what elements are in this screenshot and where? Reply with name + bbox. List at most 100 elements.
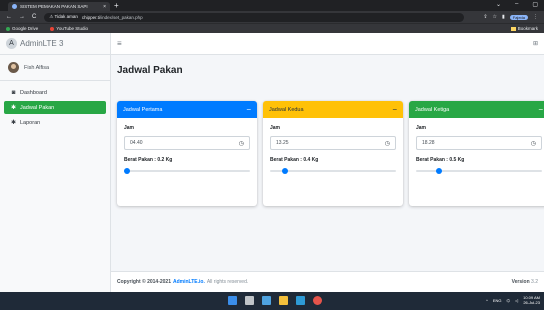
bookmark-label: Google Drive: [12, 26, 39, 31]
version-info: Version 3.2: [512, 279, 538, 285]
chrome-icon[interactable]: [313, 296, 322, 305]
slider-track[interactable]: [124, 170, 250, 172]
clock-icon[interactable]: ◷: [531, 140, 536, 147]
bookmark-folder[interactable]: Bookmark: [510, 26, 538, 31]
top-navbar: ≡ ⊞: [111, 33, 544, 55]
hamburger-menu-icon[interactable]: ≡: [117, 39, 122, 48]
sidebar-item-jadwal-pakan[interactable]: ✱ Jadwal Pakan: [4, 101, 106, 114]
slider-track[interactable]: [270, 170, 396, 172]
clock-date: 26-Jul-23: [523, 300, 540, 305]
tab-search-icon[interactable]: ⌄: [496, 1, 501, 8]
sidebar-item-laporan[interactable]: ✱ Laporan: [4, 116, 106, 129]
time-input[interactable]: 13.25 ◷: [270, 136, 396, 150]
user-name[interactable]: Fish Alfisa: [24, 65, 49, 71]
clock-icon[interactable]: ◷: [239, 140, 244, 147]
time-input[interactable]: 18.28 ◷: [416, 136, 542, 150]
star-icon[interactable]: ☆: [493, 14, 497, 20]
google-drive-icon: [6, 26, 10, 31]
berat-pakan-label: Berat Pakan : 0.5 Kg: [416, 157, 465, 163]
sidebar-item-dashboard[interactable]: ◙ Dashboard: [4, 86, 106, 99]
card-title: Jadwal Pertama: [123, 106, 163, 113]
card-title: Jadwal Kedua: [269, 106, 304, 113]
avatar: [8, 62, 19, 73]
card-header: Jadwal Ketiga −: [409, 101, 544, 118]
sidebar-menu: ◙ Dashboard ✱ Jadwal Pakan ✱ Laporan: [0, 81, 110, 136]
cog-icon: ✱: [10, 120, 17, 126]
page-title: Jadwal Pakan: [117, 65, 183, 76]
card-title: Jadwal Ketiga: [415, 106, 450, 113]
sidebar-item-label: Dashboard: [20, 89, 47, 96]
bookmark-youtube-studio[interactable]: YouTube Studio: [50, 26, 88, 31]
volume-icon[interactable]: ◁: [515, 298, 518, 303]
bookmarks-bar: Google Drive YouTube Studio Bookmark: [0, 23, 544, 33]
brand-link[interactable]: A AdminLTE 3: [0, 33, 110, 55]
sidepanel-icon[interactable]: ▮: [502, 14, 505, 20]
slider-thumb[interactable]: [123, 168, 130, 174]
bookmark-folder-label: Bookmark: [517, 26, 538, 31]
taskbar-apps: [228, 296, 322, 305]
slider-thumb[interactable]: [282, 168, 289, 174]
card-body: Jam 13.25 ◷ Berat Pakan : 0.4 Kg: [263, 118, 403, 181]
collapse-button[interactable]: −: [392, 105, 397, 114]
slider-thumb[interactable]: [435, 168, 442, 174]
browser-nav: ← → C: [6, 14, 36, 20]
jam-label: Jam: [416, 125, 427, 131]
tab-favicon-icon: [12, 4, 17, 9]
edge-icon[interactable]: [296, 296, 305, 305]
window-controls: ⌄ – ▢: [496, 1, 538, 8]
url-field[interactable]: ⚠ Tidak aman chipper.ti /index/set_pakan…: [44, 12, 465, 22]
profile-button[interactable]: Fajeda: [509, 14, 528, 20]
time-value: 13.25: [276, 140, 289, 146]
weight-slider[interactable]: [270, 168, 396, 174]
berat-pakan-label: Berat Pakan : 0.4 Kg: [270, 157, 319, 163]
user-panel[interactable]: Fish Alfisa: [0, 55, 110, 81]
clock-icon[interactable]: ◷: [385, 140, 390, 147]
reload-icon[interactable]: C: [32, 14, 36, 20]
youtube-studio-icon: [50, 26, 55, 31]
address-bar-row: ← → C ⚠ Tidak aman chipper.ti /index/set…: [0, 11, 544, 23]
schedule-card: Jadwal Kedua − Jam 13.25 ◷ Berat Pakan :…: [263, 101, 403, 206]
maximize-button[interactable]: ▢: [532, 1, 538, 8]
browser-tab[interactable]: SISTEM PEMAKAN PAKAN SAPI ×: [8, 2, 110, 11]
tab-close-icon[interactable]: ×: [103, 4, 106, 10]
network-icon[interactable]: ⌬: [507, 298, 511, 303]
card-body: Jam 18.28 ◷ Berat Pakan : 0.5 Kg: [409, 118, 544, 181]
main-sidebar: A AdminLTE 3 Fish Alfisa ◙ Dashboard ✱ J…: [0, 33, 111, 292]
collapse-button[interactable]: −: [246, 105, 251, 114]
schedule-card: Jadwal Pertama − Jam 04.40 ◷ Berat Pakan…: [117, 101, 257, 206]
forward-icon[interactable]: →: [19, 14, 25, 20]
time-input[interactable]: 04.40 ◷: [124, 136, 250, 150]
url-path: /index/set_pakan.php: [99, 14, 143, 20]
time-value: 18.28: [422, 140, 435, 146]
adminlte-link[interactable]: AdminLTE.io.: [173, 279, 205, 285]
browser-tab-bar: SISTEM PEMAKAN PAKAN SAPI × + ⌄ – ▢: [0, 0, 544, 11]
more-menu-icon[interactable]: ⋮: [533, 14, 538, 20]
windows-start-icon[interactable]: [228, 296, 237, 305]
task-view-icon[interactable]: [245, 296, 254, 305]
taskbar-clock[interactable]: 10.09 AM 26-Jul-23: [523, 295, 540, 305]
weight-slider[interactable]: [123, 168, 250, 174]
copyright-text: Copyright © 2014-2021: [117, 279, 171, 285]
file-explorer-icon[interactable]: [279, 296, 288, 305]
jam-label: Jam: [124, 125, 135, 131]
slider-track[interactable]: [416, 170, 542, 172]
store-icon[interactable]: [262, 296, 271, 305]
share-icon[interactable]: ⇪: [483, 14, 487, 20]
main-footer: Copyright © 2014-2021 AdminLTE.io. All r…: [111, 271, 544, 292]
version-number: 3.2: [531, 279, 538, 285]
sidebar-item-label: Laporan: [20, 119, 41, 126]
weight-slider[interactable]: [416, 168, 542, 174]
url-host: chipper.ti: [81, 14, 100, 20]
back-icon[interactable]: ←: [6, 14, 12, 20]
tray-overflow-icon[interactable]: ^: [486, 298, 488, 303]
sidebar-item-label: Jadwal Pakan: [20, 104, 55, 111]
system-tray: ^ ENG ⌬ ◁ 10.09 AM 26-Jul-23: [486, 295, 540, 305]
bookmark-google-drive[interactable]: Google Drive: [6, 26, 38, 31]
fullscreen-icon[interactable]: ⊞: [533, 40, 538, 47]
tab-title: SISTEM PEMAKAN PAKAN SAPI: [20, 4, 88, 9]
language-indicator[interactable]: ENG: [493, 298, 502, 303]
collapse-button[interactable]: −: [538, 105, 543, 114]
not-secure-label[interactable]: ⚠ Tidak aman: [49, 14, 78, 20]
minimize-button[interactable]: –: [515, 1, 518, 8]
new-tab-button[interactable]: +: [114, 1, 119, 10]
